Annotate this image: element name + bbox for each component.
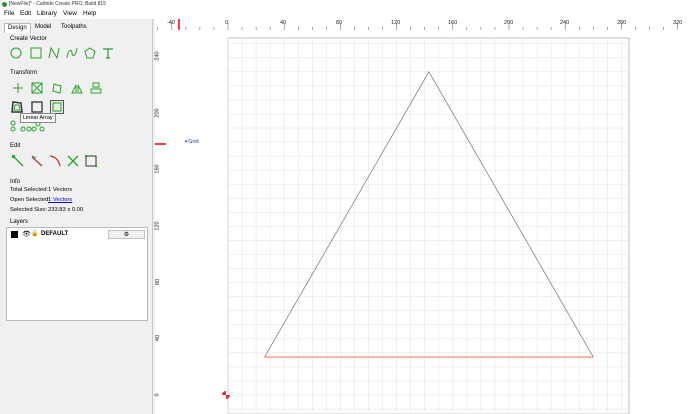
canvas-svg[interactable] [166, 30, 690, 414]
ruler-top-label: -40 [167, 20, 175, 26]
fillet-tool-icon[interactable] [48, 154, 62, 168]
bounding-box-icon[interactable] [84, 154, 98, 168]
circle-tool-icon[interactable] [10, 47, 22, 59]
ruler-top-label: 320 [673, 20, 683, 26]
curve-tool-icon[interactable] [66, 47, 78, 59]
ruler-top-label: 280 [617, 20, 627, 26]
layer-row[interactable]: 👁 🔓 DEFAULT ⚙ [11, 230, 145, 239]
info-open-selected: Open Selected: 1 Vectors [10, 197, 73, 203]
offset-tool-icon[interactable] [10, 100, 24, 114]
text-tool-icon[interactable] [102, 47, 114, 59]
section-info: Info [10, 179, 21, 185]
menu-library[interactable]: Library [37, 10, 57, 17]
mirror-tool-icon[interactable] [71, 82, 83, 94]
menu-edit[interactable]: Edit [20, 10, 31, 17]
ruler-left-label: 160 [154, 164, 161, 174]
ruler-top-label: 40 [280, 20, 287, 26]
layer-color-swatch[interactable] [11, 231, 18, 238]
design-canvas[interactable] [166, 30, 690, 414]
section-layers: Layers [10, 219, 29, 225]
title-bar: [NewFile]* - Carbide Create PRO, Build 8… [0, 0, 690, 10]
gear-icon: ⚙ [123, 232, 130, 238]
grid-label[interactable]: ✦Grid [184, 139, 199, 145]
ruler-left-label: 80 [155, 278, 162, 286]
align-tool-icon[interactable] [90, 82, 102, 94]
origin-icon [222, 391, 230, 399]
info-selected-size: Selected Size: 233.83 x 0.00 [10, 207, 84, 213]
rotate-tool-icon[interactable] [51, 82, 63, 94]
ruler-left-label: 40 [155, 334, 162, 342]
layers-list: 👁 🔓 DEFAULT ⚙ [6, 227, 148, 321]
move-tool-icon[interactable] [12, 82, 24, 94]
layer-name: DEFAULT [41, 231, 69, 237]
tab-design[interactable]: Design [4, 23, 31, 33]
menu-bar: File Edit Library View Help [0, 10, 690, 19]
cut-tool-icon[interactable] [66, 154, 80, 168]
info-total-selected: Total Selected: 1 Vectors [10, 187, 73, 193]
ruler-top-label: 0 [225, 20, 229, 26]
ruler-top-label: 80 [336, 20, 343, 26]
scale-tool-icon[interactable] [31, 82, 43, 94]
ruler-top-marker [178, 19, 180, 30]
lock-icon[interactable]: 🔓 [31, 230, 38, 237]
tab-toolpaths[interactable]: Toolpaths [58, 23, 90, 32]
trim-tool-icon[interactable] [30, 154, 44, 168]
design-panel: Design Model Toolpaths Create Vector Tra… [0, 19, 153, 414]
menu-view[interactable]: View [63, 10, 77, 17]
tooltip-linear-array: Linear Array [20, 113, 56, 123]
menu-file[interactable]: File [4, 10, 14, 17]
ruler-top-label: 120 [391, 20, 401, 26]
node-edit-icon[interactable] [11, 154, 25, 168]
polygon-tool-icon[interactable] [84, 47, 96, 59]
ruler-left-label: 120 [154, 221, 161, 231]
boolean-tool-icon[interactable] [30, 100, 44, 114]
ruler-left-label: 200 [154, 108, 161, 118]
ruler-left-label: 240 [154, 51, 161, 61]
array-tool-icon[interactable] [50, 100, 64, 114]
stock-area [227, 37, 630, 414]
ruler-top-label: 240 [560, 20, 570, 26]
open-selected-link[interactable]: 1 Vectors [48, 197, 72, 203]
window-title: [NewFile]* - Carbide Create PRO, Build 8… [9, 1, 106, 7]
app-icon [2, 2, 7, 7]
menu-help[interactable]: Help [83, 10, 96, 17]
section-edit: Edit [10, 143, 21, 149]
ruler-left-marker [155, 143, 166, 145]
rectangle-tool-icon[interactable] [30, 47, 42, 59]
ruler-left-label: 0 [154, 393, 161, 397]
tab-model[interactable]: Model [32, 23, 54, 32]
ruler-top-label: 200 [504, 20, 514, 26]
ruler-top-ticks [157, 19, 678, 30]
section-transform: Transform [10, 70, 38, 76]
section-create-vector: Create Vector [10, 36, 47, 42]
eye-icon[interactable]: 👁 [22, 230, 31, 238]
layer-settings-button[interactable]: ⚙ [108, 230, 145, 239]
polyline-tool-icon[interactable] [48, 47, 60, 59]
ruler-top-label: 160 [448, 20, 458, 26]
